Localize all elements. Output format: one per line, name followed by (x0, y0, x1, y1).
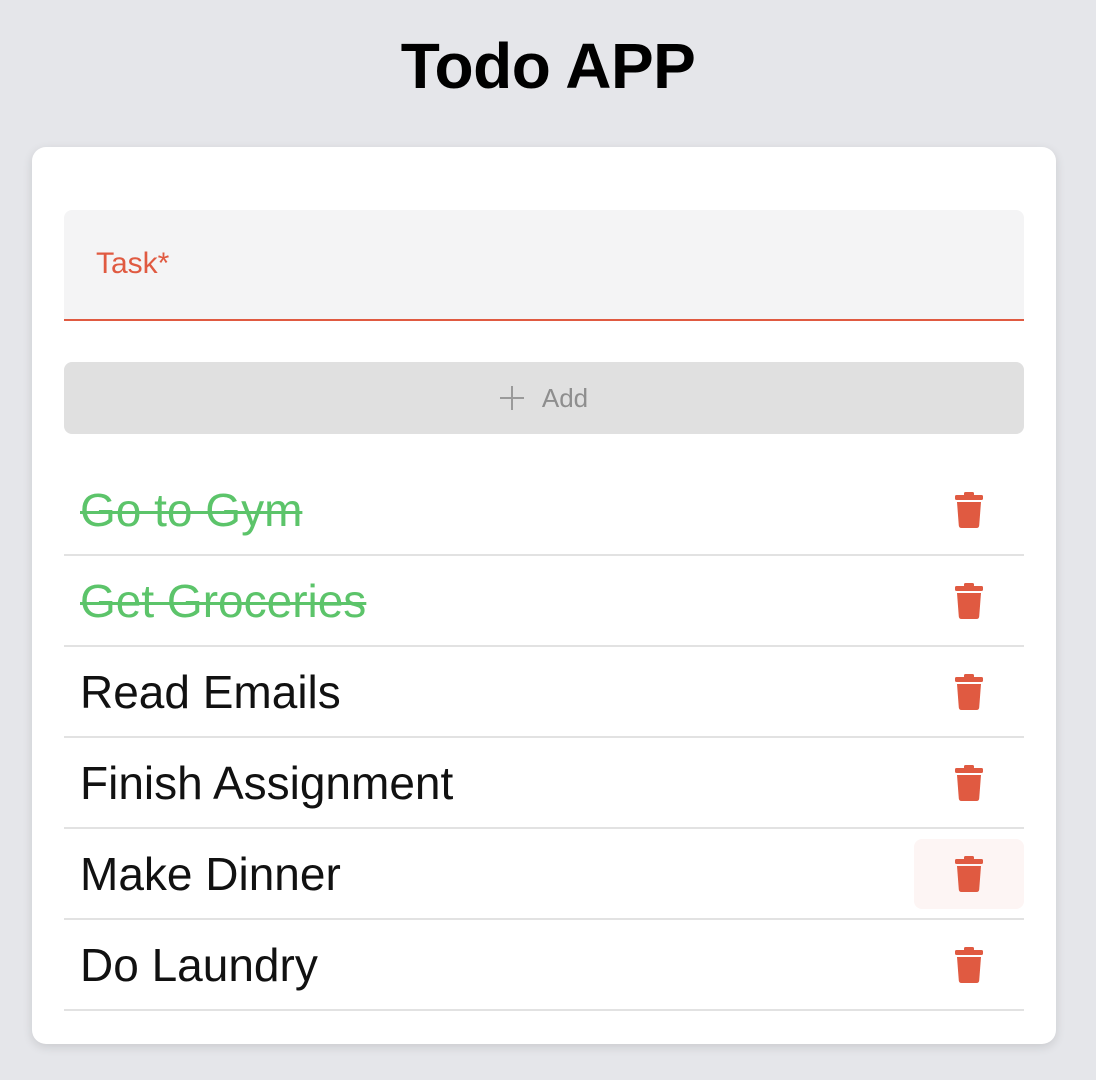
todo-text[interactable]: Make Dinner (80, 846, 341, 902)
page-title: Todo APP (400, 30, 696, 102)
trash-icon (955, 583, 983, 619)
todo-text[interactable]: Finish Assignment (80, 755, 453, 811)
todo-card: Task* Add Go to Gym Get Groceries Read E… (32, 147, 1056, 1044)
delete-button[interactable] (914, 566, 1024, 636)
todo-item: Finish Assignment (64, 738, 1024, 829)
delete-button[interactable] (914, 839, 1024, 909)
todo-text[interactable]: Do Laundry (80, 937, 318, 993)
trash-icon (955, 674, 983, 710)
task-field[interactable]: Task* (64, 210, 1024, 321)
todo-text[interactable]: Get Groceries (80, 573, 366, 629)
trash-icon (955, 492, 983, 528)
add-button-label: Add (541, 382, 589, 413)
delete-button[interactable] (914, 475, 1024, 545)
todo-item: Do Laundry (64, 920, 1024, 1011)
add-button[interactable]: Add (64, 362, 1024, 434)
task-input[interactable] (64, 210, 1024, 319)
todo-text[interactable]: Read Emails (80, 664, 341, 720)
todo-list: Go to Gym Get Groceries Read Emails Fini… (64, 465, 1024, 1011)
trash-icon (955, 856, 983, 892)
todo-item: Read Emails (64, 647, 1024, 738)
todo-item: Get Groceries (64, 556, 1024, 647)
plus-icon (499, 386, 524, 410)
todo-text[interactable]: Go to Gym (80, 482, 302, 538)
todo-item: Go to Gym (64, 465, 1024, 556)
delete-button[interactable] (914, 930, 1024, 1000)
trash-icon (955, 765, 983, 801)
delete-button[interactable] (914, 748, 1024, 818)
trash-icon (955, 947, 983, 983)
todo-item: Make Dinner (64, 829, 1024, 920)
delete-button[interactable] (914, 657, 1024, 727)
